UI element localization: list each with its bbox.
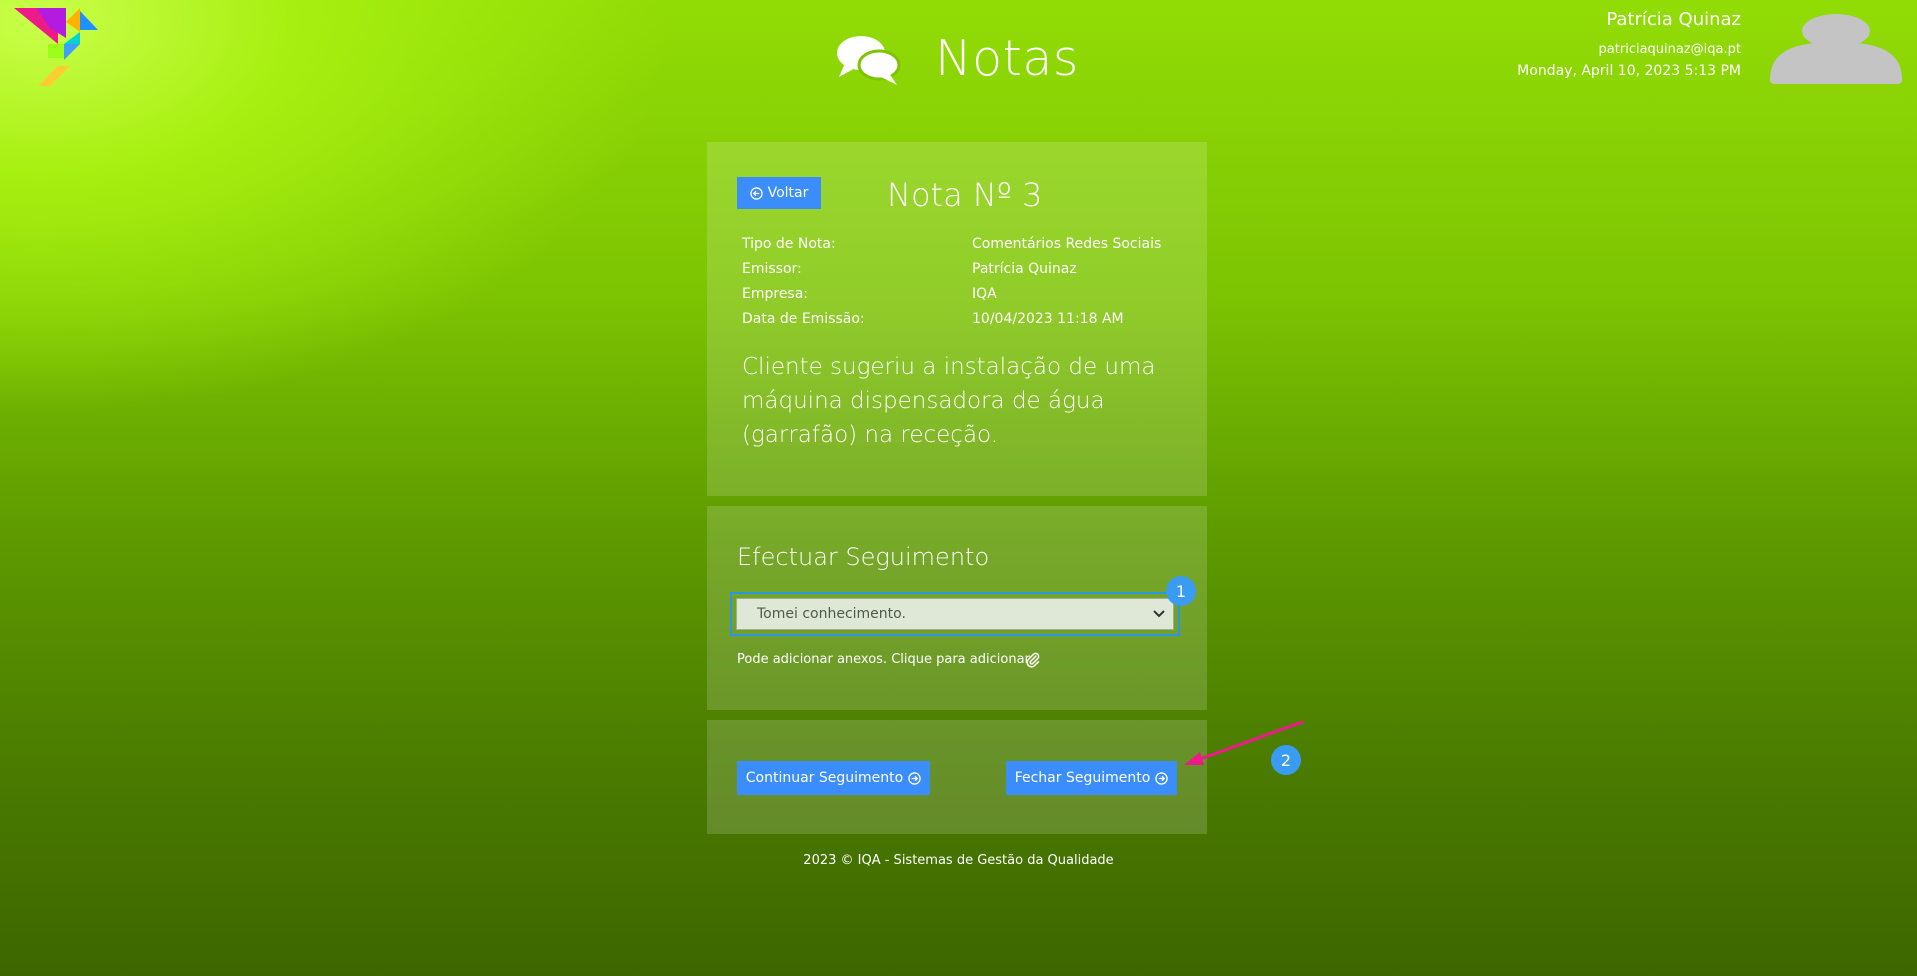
attach-text[interactable]: Pode adicionar anexos. Clique para adici… [737,652,1030,667]
info-label: Tipo de Nota: [742,236,836,252]
note-title: Nota Nº 3 [887,176,1043,214]
info-value: 10/04/2023 11:18 AM [972,311,1124,327]
chat-bubbles-icon [837,35,901,85]
actions-panel: Continuar Seguimento Fechar Seguimento [707,720,1207,834]
follow-up-select-focus: Tomei conhecimento. [730,592,1180,636]
info-value: IQA [972,286,997,302]
paperclip-icon[interactable] [1025,651,1041,669]
info-value: Patrícia Quinaz [972,261,1077,277]
page-title: Notas [935,30,1079,87]
follow-up-panel: Efectuar Seguimento Tomei conhecimento. … [707,506,1207,710]
page-header: Notas [835,30,1079,87]
info-label: Emissor: [742,261,802,277]
current-datetime: Monday, April 10, 2023 5:13 PM [1517,63,1741,79]
arrow-right-circle-icon [1155,771,1169,785]
step-marker-1: 1 [1166,576,1196,606]
close-follow-up-button[interactable]: Fechar Seguimento [1006,761,1177,795]
info-row-type: Tipo de Nota: Comentários Redes Sociais [742,234,1161,259]
back-button-label: Voltar [767,185,809,201]
arrow-right-circle-icon [908,771,921,785]
chevron-down-icon [1153,610,1165,618]
continue-follow-up-button[interactable]: Continuar Seguimento [737,761,930,795]
info-row-issuer: Emissor: Patrícia Quinaz [742,259,1161,284]
follow-up-title: Efectuar Seguimento [737,543,990,571]
follow-up-select[interactable]: Tomei conhecimento. [736,598,1174,630]
note-body: Cliente sugeriu a instalação de uma máqu… [742,354,1156,448]
user-email: patriciaquinaz@iqa.pt [1598,42,1741,57]
info-row-company: Empresa: IQA [742,284,1161,309]
arrow-left-circle-icon [749,186,763,200]
user-name: Patrícia Quinaz [1606,9,1741,30]
follow-up-selected-value: Tomei conhecimento. [757,606,906,622]
continue-follow-up-label: Continuar Seguimento [745,770,904,786]
avatar-icon[interactable] [1770,14,1902,84]
info-label: Data de Emissão: [742,311,865,327]
note-panel: Voltar Nota Nº 3 Tipo de Nota: Comentári… [707,142,1207,496]
close-follow-up-label: Fechar Seguimento [1014,770,1151,786]
info-value: Comentários Redes Sociais [972,236,1162,252]
user-info: Patrícia Quinaz patriciaquinaz@iqa.pt Mo… [1517,8,1741,79]
back-button[interactable]: Voltar [737,177,821,209]
tangram-logo[interactable] [14,8,110,88]
info-row-date: Data de Emissão: 10/04/2023 11:18 AM [742,309,1161,334]
note-info: Tipo de Nota: Comentários Redes Sociais … [742,234,1161,334]
info-label: Empresa: [742,286,809,302]
footer-copyright: 2023 © IQA - Sistemas de Gestão da Quali… [803,853,1114,868]
annotation-arrow-icon [1184,720,1304,765]
